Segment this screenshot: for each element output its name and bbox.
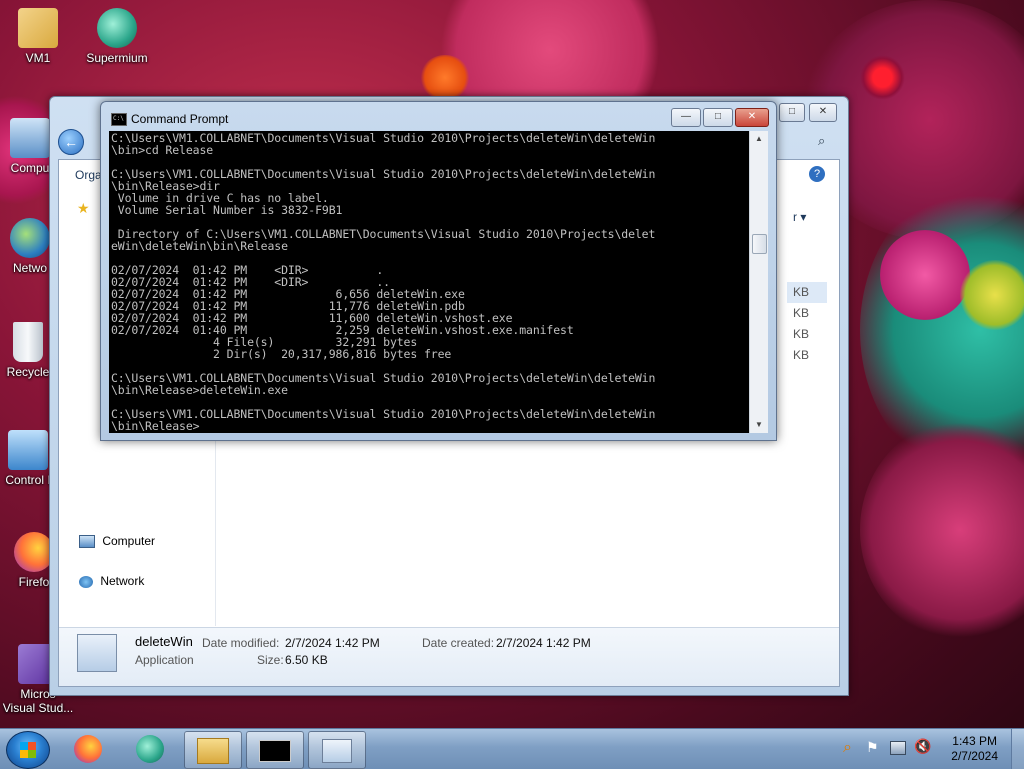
chevron-down-icon: ▾ bbox=[800, 210, 807, 224]
wallpaper-swirl bbox=[880, 230, 970, 320]
taskbar-firefox[interactable] bbox=[60, 731, 116, 767]
tray-flag-icon[interactable]: ⚑ bbox=[866, 739, 879, 756]
details-size-value: 6.50 KB bbox=[285, 653, 328, 667]
network-globe-icon bbox=[10, 218, 50, 258]
wallpaper-swirl bbox=[860, 55, 905, 100]
taskbar-supermium[interactable] bbox=[122, 731, 178, 767]
minimize-button[interactable]: — bbox=[671, 108, 701, 127]
control-panel-icon bbox=[8, 430, 48, 470]
windows-logo-icon bbox=[20, 742, 36, 758]
command-prompt-icon bbox=[111, 113, 127, 126]
vertical-scrollbar[interactable]: ▲ ▼ bbox=[749, 131, 768, 433]
recycle-bin-icon bbox=[13, 322, 43, 362]
computer-icon bbox=[10, 118, 50, 158]
console-text: C:\Users\VM1.COLLABNET\Documents\Visual … bbox=[111, 131, 656, 433]
details-pane: deleteWin Application Date modified: 2/7… bbox=[59, 627, 839, 686]
scroll-down-icon[interactable]: ▼ bbox=[750, 417, 768, 433]
system-clock[interactable]: 1:43 PM 2/7/2024 bbox=[951, 734, 998, 764]
taskbar-explorer[interactable] bbox=[184, 731, 242, 769]
size-cell: KB bbox=[793, 348, 810, 362]
clock-time: 1:43 PM bbox=[952, 734, 997, 748]
details-size-label: Size: bbox=[257, 653, 284, 667]
desktop-icon-label: Control I bbox=[5, 473, 51, 487]
application-file-icon bbox=[77, 634, 117, 672]
desktop-icon-label: Visual Stud... bbox=[2, 701, 74, 715]
desktop-icon-label: Supermium bbox=[86, 51, 148, 65]
desktop-icon-label: Compu bbox=[10, 161, 50, 175]
clock-date: 2/7/2024 bbox=[951, 749, 998, 763]
organize-menu[interactable]: Orga bbox=[75, 168, 102, 182]
wallpaper-swirl bbox=[420, 55, 470, 100]
details-modified-label: Date modified: bbox=[202, 636, 280, 650]
close-button[interactable]: ✕ bbox=[735, 108, 769, 127]
details-modified-value: 2/7/2024 1:42 PM bbox=[285, 636, 380, 650]
size-column: KB KB KB KB bbox=[787, 282, 827, 366]
nav-item-computer[interactable]: Computer bbox=[79, 534, 155, 549]
show-desktop-button[interactable] bbox=[1011, 729, 1024, 769]
star-icon: ★ bbox=[77, 200, 90, 216]
search-icon[interactable]: ⌕ bbox=[818, 133, 825, 149]
nav-item-favorites[interactable]: ★ bbox=[77, 200, 90, 217]
desktop-icon-label: Firefo bbox=[18, 575, 50, 589]
back-button[interactable]: ← bbox=[58, 129, 84, 155]
desktop-icon-supermium[interactable]: Supermium bbox=[77, 8, 157, 65]
firefox-icon bbox=[14, 532, 54, 572]
desktop-icon-vm1[interactable]: VM1 bbox=[0, 8, 78, 65]
wallpaper-swirl bbox=[960, 260, 1024, 330]
help-icon[interactable]: ? bbox=[809, 166, 825, 182]
size-cell: KB bbox=[787, 282, 827, 303]
command-prompt-window[interactable]: Command Prompt — □ ✕ C:\Users\VM1.COLLAB… bbox=[100, 101, 777, 441]
taskbar-command-prompt[interactable] bbox=[246, 731, 304, 769]
console-output[interactable]: C:\Users\VM1.COLLABNET\Documents\Visual … bbox=[109, 131, 749, 433]
details-created-label: Date created: bbox=[422, 636, 495, 650]
command-prompt-icon bbox=[259, 740, 291, 762]
supermium-browser-icon bbox=[97, 8, 137, 48]
application-window-icon bbox=[322, 739, 352, 763]
window-title: Command Prompt bbox=[131, 112, 229, 126]
computer-icon bbox=[79, 535, 95, 549]
sort-dropdown[interactable]: r ▾ bbox=[793, 210, 806, 224]
desktop-icon-label: Recycle bbox=[6, 365, 50, 379]
details-created-value: 2/7/2024 1:42 PM bbox=[496, 636, 591, 650]
explorer-close-button[interactable]: ✕ bbox=[809, 103, 837, 122]
supermium-browser-icon bbox=[136, 735, 164, 763]
windows-explorer-icon bbox=[197, 738, 229, 764]
nav-item-network[interactable]: Network bbox=[79, 574, 144, 588]
maximize-button[interactable]: □ bbox=[703, 108, 733, 127]
desktop-icon-label: Netwo bbox=[12, 261, 47, 275]
wallpaper-swirl bbox=[860, 420, 1024, 640]
firefox-icon bbox=[74, 735, 102, 763]
scroll-thumb[interactable] bbox=[752, 234, 767, 254]
tray-volume-muted-icon[interactable]: 🔇 bbox=[914, 738, 931, 755]
desktop-icon-label: VM1 bbox=[25, 51, 51, 65]
start-button[interactable] bbox=[6, 731, 50, 769]
explorer-maximize-button[interactable]: □ bbox=[779, 103, 805, 122]
size-cell: KB bbox=[793, 306, 810, 320]
network-icon bbox=[79, 575, 93, 588]
details-file-type: Application bbox=[135, 653, 194, 667]
details-file-name: deleteWin bbox=[135, 634, 193, 649]
tray-network-icon[interactable] bbox=[890, 741, 906, 755]
back-arrow-icon: ← bbox=[64, 134, 78, 150]
taskbar: ⌕ ⚑ 🔇 1:43 PM 2/7/2024 bbox=[0, 728, 1024, 769]
scroll-up-icon[interactable]: ▲ bbox=[750, 131, 768, 147]
user-folder-icon bbox=[18, 8, 58, 48]
taskbar-application[interactable] bbox=[308, 731, 366, 769]
size-cell: KB bbox=[793, 327, 810, 341]
tray-search-icon[interactable]: ⌕ bbox=[843, 739, 852, 757]
